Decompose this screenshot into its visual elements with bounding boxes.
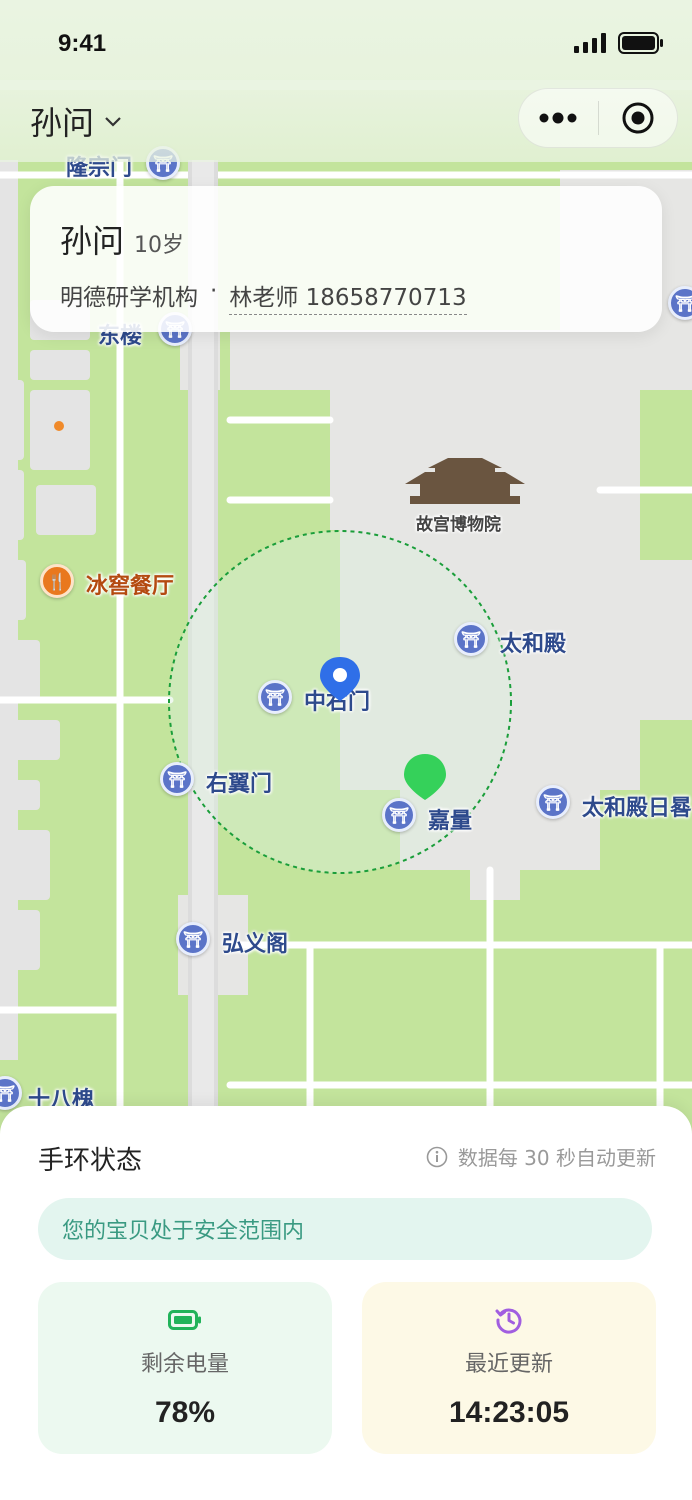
more-dots-icon	[539, 112, 577, 124]
child-location-pin-icon[interactable]	[318, 655, 362, 703]
child-info-card[interactable]: 孙问 10岁 明德研学机构 · 林老师 18658770713	[30, 186, 662, 332]
battery-icon	[168, 1308, 202, 1332]
palace-gate-icon: ⛩	[536, 785, 570, 819]
status-bar: 9:41	[0, 0, 692, 90]
palace-gate-icon: ⛩	[160, 762, 194, 796]
nav-bar: 孙问	[0, 80, 692, 162]
organization-name: 明德研学机构	[60, 285, 198, 311]
cellular-signal-icon	[574, 33, 606, 53]
restaurant-icon: 🍴	[40, 564, 74, 598]
map-label-taihe-sundial[interactable]: 太和殿日晷	[582, 790, 692, 822]
sheet-title: 手环状态	[38, 1146, 143, 1176]
battery-value: 78%	[154, 1396, 216, 1429]
teacher-phone-link[interactable]: 林老师 18658770713	[229, 278, 467, 315]
palace-gate-icon: ⛩	[176, 922, 210, 956]
more-button[interactable]	[519, 89, 598, 147]
map-label-palace-museum[interactable]: 故宫博物院	[416, 510, 501, 535]
battery-card: 剩余电量 78%	[38, 1282, 332, 1454]
palace-gate-icon: ⛩	[258, 680, 292, 714]
close-button[interactable]	[599, 89, 678, 147]
update-note-text: 数据每 30 秒自动更新	[457, 1146, 656, 1170]
map-label-hongyi[interactable]: 弘义阁	[222, 926, 288, 958]
map-label-taihe[interactable]: 太和殿	[500, 626, 566, 658]
child-age: 10岁	[134, 233, 185, 258]
safe-status-banner: 您的宝贝处于安全范围内	[38, 1198, 652, 1260]
map-label-jialiang[interactable]: 嘉量	[428, 803, 472, 835]
battery-label: 剩余电量	[140, 1352, 229, 1377]
map-label-youyi[interactable]: 右翼门	[206, 766, 272, 798]
last-update-label: 最近更新	[464, 1352, 553, 1377]
last-update-value: 14:23:05	[448, 1396, 570, 1429]
info-separator: ·	[210, 278, 218, 304]
child-switcher[interactable]: 孙问	[30, 98, 122, 144]
info-icon	[426, 1146, 448, 1167]
battery-status-icon	[618, 32, 663, 54]
target-circle-icon	[622, 102, 654, 134]
bracelet-status-sheet: 手环状态 数据每 30 秒自动更新 您的宝贝处于安全范围内 剩余电量 78% 最…	[0, 1106, 692, 1500]
poi-marker-dot	[54, 421, 64, 431]
safe-message: 您的宝贝处于安全范围内	[62, 1219, 305, 1244]
map-label-bingjiao[interactable]: 冰窖餐厅	[86, 568, 174, 600]
history-icon	[495, 1308, 523, 1334]
auto-update-note: 数据每 30 秒自动更新	[426, 1142, 656, 1171]
destination-pin-icon[interactable]	[402, 752, 448, 802]
child-name-row: 孙问 10岁	[60, 216, 632, 262]
child-name: 孙问	[60, 222, 125, 260]
map-view[interactable]: ⛩ 隆宗门 ⛩ 东楼 ⛩ 🍴 冰窖餐厅 故宫博物院 ⛩ 太和殿 ⛩ 中右门 ⛩ …	[0, 0, 692, 1140]
palace-gate-icon: ⛩	[382, 798, 416, 832]
status-time: 9:41	[58, 30, 107, 57]
mini-program-capsule	[518, 88, 678, 148]
child-info-row: 明德研学机构 · 林老师 18658770713	[60, 278, 632, 315]
status-icons	[574, 32, 664, 54]
palace-gate-icon: ⛩	[454, 622, 488, 656]
last-update-card: 最近更新 14:23:05	[362, 1282, 656, 1454]
nav-title: 孙问	[30, 104, 95, 142]
chevron-down-icon	[105, 117, 121, 127]
